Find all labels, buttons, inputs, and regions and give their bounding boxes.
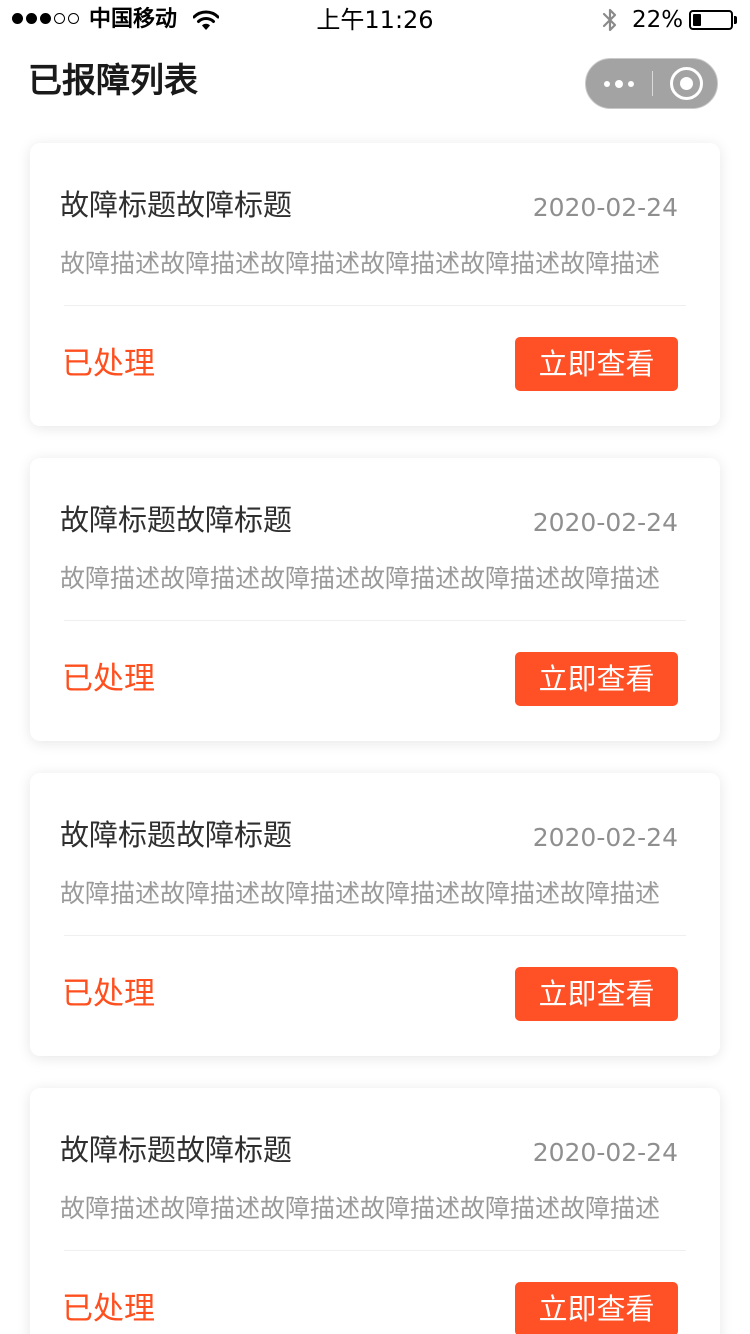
fault-status: 已处理 — [62, 346, 155, 382]
fault-date: 2020-02-24 — [532, 823, 678, 852]
view-now-button[interactable]: 立即查看 — [515, 1282, 678, 1334]
view-now-button[interactable]: 立即查看 — [515, 652, 678, 706]
card-divider — [64, 935, 686, 936]
battery-icon — [689, 10, 733, 30]
view-now-button[interactable]: 立即查看 — [515, 337, 678, 391]
more-dot — [615, 79, 623, 88]
card-divider — [64, 1250, 686, 1251]
page: 中国移动 上午11:26 22% 已报障列表 故障标题故障标题 2020-02-… — [0, 0, 750, 1334]
close-target-icon[interactable] — [670, 67, 703, 100]
fault-date: 2020-02-24 — [532, 1138, 678, 1167]
fault-date: 2020-02-24 — [532, 508, 678, 537]
fault-date: 2020-02-24 — [532, 193, 678, 222]
fault-description: 故障描述故障描述故障描述故障描述故障描述故障描述 — [60, 249, 661, 278]
view-now-button[interactable]: 立即查看 — [515, 967, 678, 1021]
more-dot — [628, 80, 634, 87]
fault-description: 故障描述故障描述故障描述故障描述故障描述故障描述 — [60, 1194, 661, 1223]
fault-status: 已处理 — [62, 1291, 155, 1327]
more-dot — [604, 80, 610, 87]
fault-title: 故障标题故障标题 — [60, 503, 293, 537]
card-divider — [64, 620, 686, 621]
status-bar: 中国移动 上午11:26 22% — [0, 0, 750, 40]
fault-status: 已处理 — [62, 976, 155, 1012]
capsule-divider — [652, 71, 653, 96]
fault-card: 故障标题故障标题 2020-02-24 故障描述故障描述故障描述故障描述故障描述… — [30, 1088, 720, 1334]
bluetooth-icon — [602, 8, 617, 32]
fault-card: 故障标题故障标题 2020-02-24 故障描述故障描述故障描述故障描述故障描述… — [30, 458, 720, 741]
page-title: 已报障列表 — [28, 61, 198, 101]
battery-tip — [734, 16, 737, 24]
fault-status: 已处理 — [62, 661, 155, 697]
fault-description: 故障描述故障描述故障描述故障描述故障描述故障描述 — [60, 564, 661, 593]
battery-percent: 22% — [632, 7, 684, 33]
fault-title: 故障标题故障标题 — [60, 188, 293, 222]
more-icon[interactable] — [586, 59, 652, 108]
fault-description: 故障描述故障描述故障描述故障描述故障描述故障描述 — [60, 879, 661, 908]
mini-program-capsule — [585, 58, 718, 109]
fault-card: 故障标题故障标题 2020-02-24 故障描述故障描述故障描述故障描述故障描述… — [30, 143, 720, 426]
fault-title: 故障标题故障标题 — [60, 818, 293, 852]
card-divider — [64, 305, 686, 306]
fault-title: 故障标题故障标题 — [60, 1133, 293, 1167]
fault-card: 故障标题故障标题 2020-02-24 故障描述故障描述故障描述故障描述故障描述… — [30, 773, 720, 1056]
battery-level — [693, 14, 701, 26]
